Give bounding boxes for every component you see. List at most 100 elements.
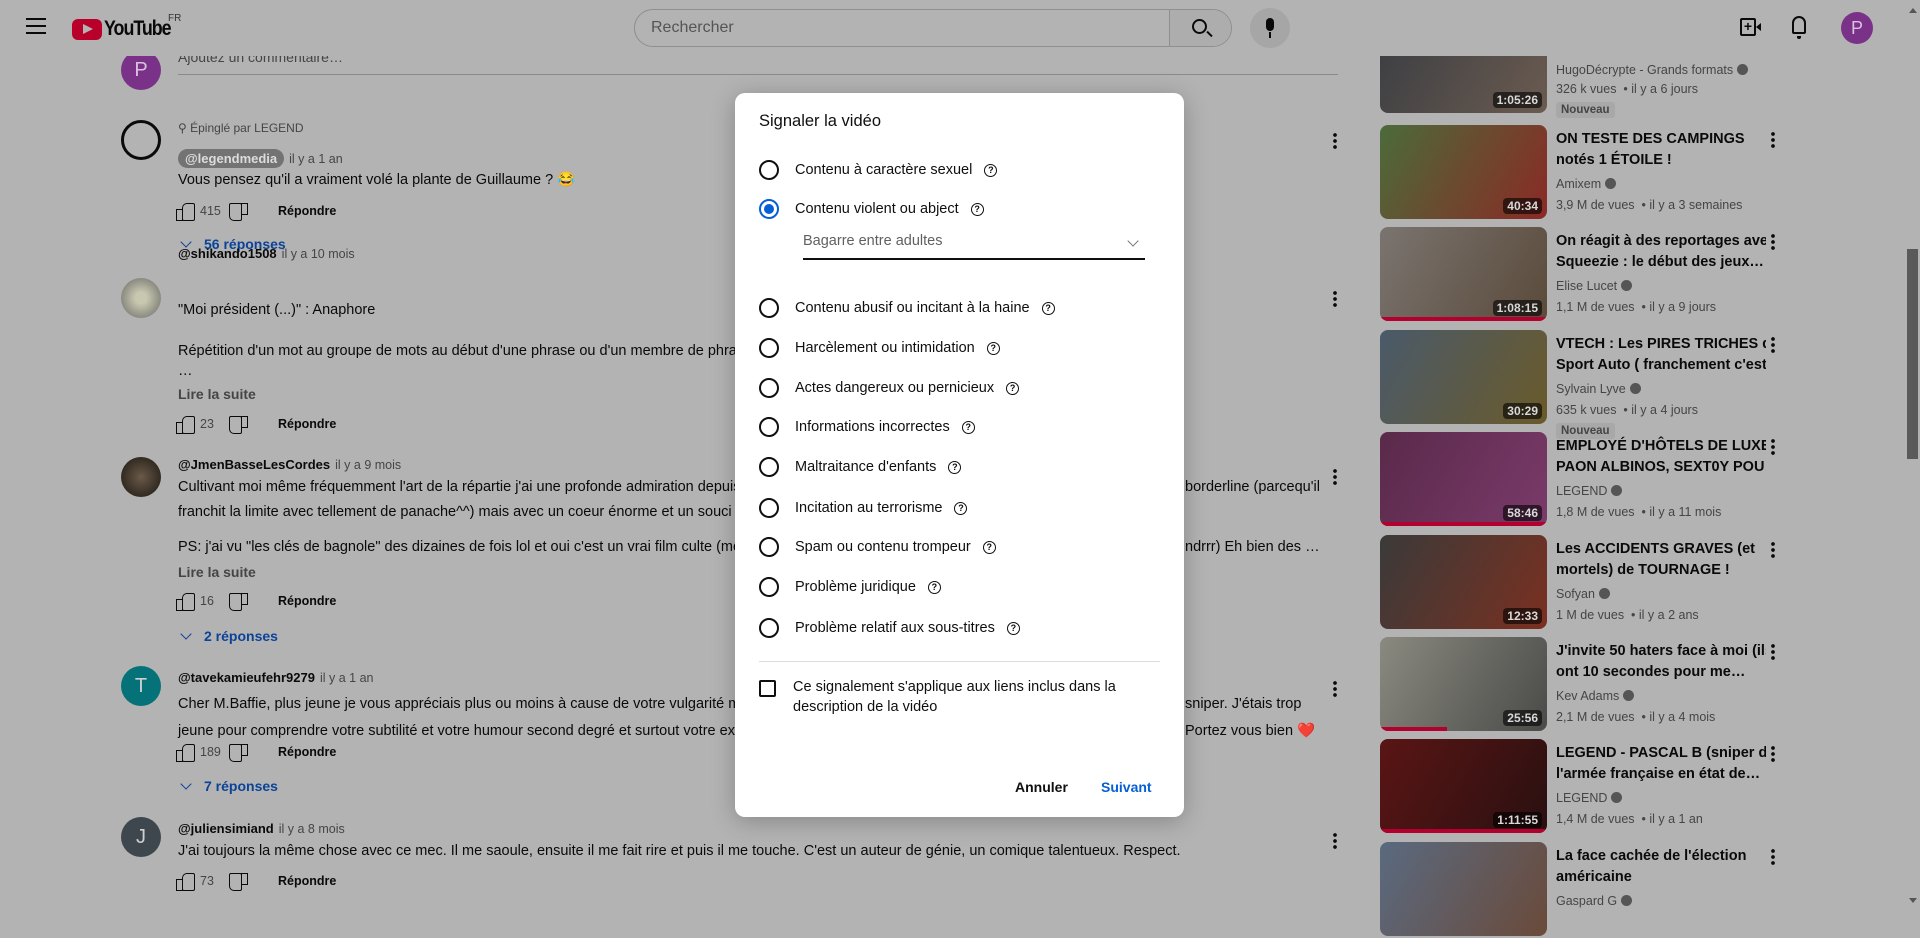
scrollbar-thumb[interactable] (1907, 249, 1918, 459)
channel-name[interactable]: Kev Adams (1556, 689, 1635, 703)
help-icon[interactable]: ? (984, 163, 998, 177)
channel-name[interactable]: Gaspard G (1556, 894, 1633, 908)
video-menu-icon[interactable] (1771, 335, 1775, 354)
cancel-button[interactable]: Annuler (1015, 779, 1068, 795)
report-option[interactable]: Contenu à caractère sexuel? (759, 158, 998, 182)
report-option[interactable]: Problème juridique? (759, 575, 941, 599)
comment-age[interactable]: il y a 1 an (289, 152, 343, 166)
help-icon[interactable]: ? (982, 540, 996, 554)
video-thumbnail[interactable]: 1:11:55 (1380, 739, 1547, 834)
video-thumbnail[interactable]: 1:08:15 (1380, 227, 1547, 322)
comment-age[interactable]: il y a 8 mois (279, 822, 345, 836)
help-icon[interactable]: ? (1041, 301, 1055, 315)
comment-author[interactable]: @JmenBasseLesCordes (178, 457, 330, 472)
video-menu-icon[interactable] (1771, 540, 1775, 559)
dislike-icon[interactable] (229, 743, 248, 762)
more-actions-icon[interactable] (1333, 132, 1337, 150)
like-icon[interactable] (176, 415, 195, 434)
video-title[interactable]: J'invite 50 haters face à moi (ils ont 10… (1556, 641, 1766, 683)
help-icon[interactable]: ? (927, 580, 941, 594)
radio-button[interactable] (759, 160, 779, 180)
radio-button[interactable] (759, 537, 779, 557)
more-actions-icon[interactable] (1333, 290, 1337, 308)
comment-author[interactable]: @shikando1508 (178, 246, 277, 261)
commenter-avatar[interactable] (121, 120, 161, 160)
video-menu-icon[interactable] (1771, 131, 1775, 149)
links-checkbox[interactable] (759, 680, 776, 697)
bell-icon[interactable] (1792, 16, 1806, 39)
video-title[interactable]: La face cachée de l'élection américaine (1556, 846, 1766, 888)
report-option[interactable]: Incitation au terrorisme? (759, 496, 968, 520)
comment-age[interactable]: il y a 9 mois (335, 458, 401, 472)
more-actions-icon[interactable] (1333, 468, 1337, 486)
video-thumbnail[interactable]: 58:46 (1380, 432, 1547, 527)
video-title[interactable]: LEGEND - PASCAL B (sniper de l'armée fran… (1556, 743, 1766, 785)
report-option[interactable]: Contenu violent ou abject? (759, 197, 984, 221)
video-thumbnail[interactable]: 25:56 (1380, 637, 1547, 731)
video-menu-icon[interactable] (1771, 438, 1775, 457)
radio-button[interactable] (759, 378, 779, 398)
commenter-avatar[interactable] (121, 278, 161, 318)
reply-button[interactable]: Répondre (278, 204, 336, 218)
related-video-item[interactable]: 1:08:15 On réagit à des reportages avec Sq… (1380, 227, 1780, 323)
channel-name[interactable]: LEGEND (1556, 484, 1623, 498)
report-option[interactable]: Harcèlement ou intimidation? (759, 336, 1000, 360)
video-title[interactable]: On réagit à des reportages avec Squeezie … (1556, 231, 1766, 273)
help-icon[interactable]: ? (961, 420, 975, 434)
like-icon[interactable] (176, 202, 195, 221)
voice-search-button[interactable] (1250, 8, 1290, 48)
page-scrollbar[interactable] (1905, 0, 1920, 911)
video-menu-icon[interactable] (1771, 847, 1775, 866)
comment-author[interactable]: @legendmedia (178, 149, 285, 168)
radio-button[interactable] (759, 338, 779, 358)
menu-icon[interactable] (26, 18, 46, 34)
report-option[interactable]: Actes dangereux ou pernicieux? (759, 376, 1020, 400)
reply-button[interactable]: Répondre (278, 874, 336, 888)
reply-button[interactable]: Répondre (278, 417, 336, 431)
report-option[interactable]: Problème relatif aux sous-titres? (759, 616, 1020, 640)
video-title[interactable]: ON TESTE DES CAMPINGS notés 1 ÉTOILE ! (1556, 129, 1766, 171)
video-thumbnail[interactable]: 30:29 (1380, 329, 1547, 424)
channel-name[interactable]: Sofyan (1556, 587, 1610, 601)
commenter-avatar[interactable] (121, 457, 161, 497)
commenter-avatar[interactable]: T (121, 666, 161, 706)
commenter-avatar[interactable]: J (121, 817, 161, 857)
comment-age[interactable]: il y a 1 an (320, 671, 374, 685)
comment-author[interactable]: @juliensimiand (178, 821, 274, 836)
create-video-icon[interactable]: + (1740, 18, 1761, 36)
search-input[interactable] (635, 10, 1169, 46)
dislike-icon[interactable] (229, 592, 248, 611)
related-video-item[interactable]: 40:34 ON TESTE DES CAMPINGS notés 1 ÉTOILE… (1380, 125, 1780, 221)
channel-name[interactable]: Sylvain Lyve (1556, 382, 1641, 396)
video-menu-icon[interactable] (1771, 643, 1775, 661)
next-button[interactable]: Suivant (1101, 779, 1152, 795)
video-title[interactable]: EMPLOYÉ D'HÔTELS DE LUXE : PAON ALBINOS, … (1556, 436, 1766, 478)
radio-button[interactable] (759, 618, 779, 638)
report-option[interactable]: Informations incorrectes? (759, 415, 975, 439)
read-more-link[interactable]: Lire la suite (178, 562, 256, 582)
read-more-link[interactable]: Lire la suite (178, 384, 256, 404)
scroll-up-icon[interactable] (1909, 8, 1917, 13)
report-option[interactable]: Spam ou contenu trompeur? (759, 535, 996, 559)
like-icon[interactable] (176, 743, 195, 762)
comment-author[interactable]: @tavekamieufehr9279 (178, 670, 315, 685)
channel-name[interactable]: HugoDécrypte - Grands formats (1556, 63, 1749, 77)
channel-name[interactable]: LEGEND (1556, 791, 1623, 805)
related-video-item[interactable]: 58:46 EMPLOYÉ D'HÔTELS DE LUXE : PAON ALBI… (1380, 432, 1780, 528)
comment-age[interactable]: il y a 10 mois (282, 247, 355, 261)
help-icon[interactable]: ? (1006, 621, 1020, 635)
video-title[interactable]: VTECH : Les PIRES TRICHES du Sport Auto (… (1556, 334, 1766, 376)
related-video-item[interactable]: La face cachée de l'élection américaine Ga… (1380, 841, 1780, 938)
search-button[interactable] (1169, 10, 1231, 46)
related-video-item[interactable]: 25:56 J'invite 50 haters face à moi (ils o… (1380, 637, 1780, 733)
related-video-item[interactable]: 12:33 Les ACCIDENTS GRAVES (et mortels) de… (1380, 534, 1780, 631)
channel-name[interactable]: Elise Lucet (1556, 279, 1633, 293)
help-icon[interactable]: ? (970, 202, 984, 216)
dislike-icon[interactable] (229, 872, 248, 891)
like-icon[interactable] (176, 872, 195, 891)
view-replies-button[interactable]: 7 réponses (180, 776, 278, 796)
more-actions-icon[interactable] (1333, 680, 1337, 698)
reply-button[interactable]: Répondre (278, 594, 336, 608)
help-icon[interactable]: ? (1006, 381, 1020, 395)
reply-button[interactable]: Répondre (278, 745, 336, 759)
